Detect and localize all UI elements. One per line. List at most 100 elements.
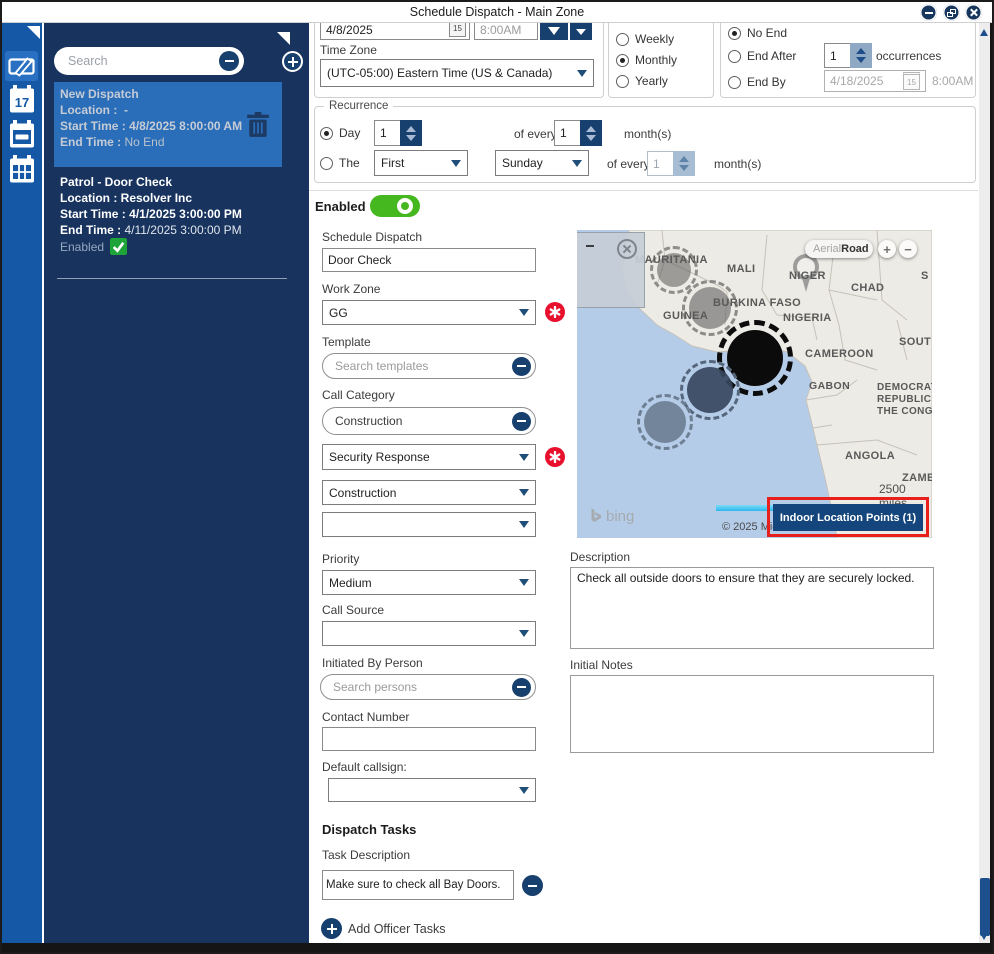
zoom-out-button[interactable]: − (899, 240, 917, 258)
radio-no-end[interactable]: No End (728, 26, 787, 40)
panel-edge (304, 23, 309, 943)
radio-the[interactable]: The (320, 156, 360, 170)
tool-month-view[interactable] (5, 154, 38, 184)
chevron-down-icon (519, 787, 529, 794)
initiated-by-search-input[interactable]: Search persons (320, 674, 536, 700)
bing-logo: bing (589, 508, 634, 525)
ordinal-select[interactable]: First (374, 150, 468, 176)
plus-icon (288, 57, 298, 67)
clear-template-button[interactable] (512, 357, 531, 376)
chevron-down-icon (451, 160, 461, 167)
chevron-down-icon (548, 27, 560, 35)
call-category-input[interactable]: Construction (322, 407, 536, 435)
chevron-down-icon (576, 29, 586, 35)
template-search-input[interactable]: Search templates (322, 353, 536, 379)
chevron-down-icon (572, 160, 582, 167)
restore-button[interactable] (943, 4, 960, 21)
description-textarea[interactable]: Check all outside doors to ensure that t… (570, 567, 934, 649)
road-option[interactable]: Road (841, 243, 869, 255)
add-officer-tasks-button[interactable] (321, 918, 342, 939)
spin-down-icon (586, 135, 596, 141)
enabled-toggle[interactable] (370, 195, 420, 217)
default-callsign-select[interactable] (328, 778, 536, 802)
scrollbar-thumb[interactable] (980, 878, 990, 936)
spinner-arrows[interactable] (580, 120, 602, 146)
radio-end-after[interactable]: End After (728, 49, 796, 63)
timezone-select[interactable]: (UTC-05:00) Eastern Time (US & Canada) (320, 59, 594, 87)
zoom-in-button[interactable]: + (878, 240, 896, 258)
country-label: MALI (727, 263, 755, 275)
work-zone-select[interactable]: GG (322, 300, 536, 325)
months-spinner[interactable]: 1 (554, 120, 602, 146)
clear-person-button[interactable] (512, 678, 531, 697)
call-type-select[interactable]: Security Response (322, 444, 536, 470)
chevron-down-icon (519, 454, 529, 461)
spinner-arrows[interactable] (850, 43, 872, 68)
bing-icon (589, 508, 603, 525)
template-label: Template (322, 335, 371, 349)
panel-resize-handle[interactable] (277, 32, 290, 45)
recurrence-legend: Recurrence (324, 100, 393, 112)
dispatch-tasks-heading: Dispatch Tasks (322, 822, 416, 837)
aerial-option[interactable]: Aerial (813, 243, 841, 255)
day-spinner[interactable]: 1 (374, 120, 422, 146)
radio-yearly[interactable]: Yearly (616, 74, 668, 88)
clear-search-button[interactable] (219, 51, 239, 71)
radio-weekly[interactable]: Weekly (616, 32, 674, 46)
scroll-down-icon[interactable] (980, 933, 988, 940)
country-label: DEMOCRATI REPUBLIC O THE CONGO (877, 382, 932, 418)
close-button[interactable] (965, 4, 982, 21)
months-spinner-disabled[interactable]: 1 (647, 151, 695, 176)
annotation-highlight (767, 497, 929, 537)
week-calendar-icon (9, 120, 35, 148)
vertical-scrollbar[interactable] (979, 23, 990, 943)
map-style-toggle[interactable]: Aerial Road (805, 240, 873, 258)
dispatch-list-item-selected[interactable]: New Dispatch Location : - Start Time : 4… (54, 82, 282, 167)
add-dispatch-button[interactable] (282, 51, 303, 72)
remove-task-button[interactable] (522, 875, 543, 896)
map-marker-cluster[interactable] (637, 394, 693, 450)
minimize-button[interactable] (920, 4, 937, 21)
priority-select[interactable]: Medium (322, 570, 536, 595)
call-subtype-select[interactable]: Construction (322, 480, 536, 505)
end-label: End Time : (60, 135, 121, 149)
country-label: ANGOLA (845, 450, 895, 462)
radio-day[interactable]: Day (320, 126, 360, 140)
call-subtype2-select[interactable] (322, 512, 536, 537)
location-label: Location : (60, 103, 117, 117)
radio-icon (320, 127, 333, 140)
end-value: No End (124, 135, 164, 149)
delete-dispatch-button[interactable] (247, 112, 269, 143)
start-label: Start Time : (60, 119, 126, 133)
months-label-2: month(s) (714, 157, 761, 171)
initial-notes-textarea[interactable] (570, 675, 934, 753)
map[interactable]: MAURITANIA MALI NIGER CHAD BURKINA FASO … (577, 230, 932, 538)
end-by-calendar-button[interactable]: 15 (903, 72, 920, 90)
tool-week-view[interactable] (5, 119, 38, 149)
list-divider (57, 278, 287, 279)
overlay-minimize-icon[interactable] (586, 245, 594, 247)
required-badge (545, 447, 565, 467)
dispatch-list-item[interactable]: Patrol - Door Check Location : Resolver … (54, 174, 282, 270)
contact-number-input[interactable] (322, 727, 536, 751)
occurrences-label: occurrences (876, 49, 941, 63)
tool-edit-dispatch[interactable] (5, 51, 38, 81)
overlay-close-button[interactable] (617, 239, 637, 259)
clear-call-category-button[interactable] (512, 412, 531, 431)
call-source-select[interactable] (322, 621, 536, 646)
scroll-up-icon[interactable] (980, 29, 988, 36)
radio-monthly[interactable]: Monthly (616, 53, 677, 67)
task-description-input[interactable] (322, 870, 514, 900)
radio-end-by[interactable]: End By (728, 75, 786, 89)
spinner-arrows[interactable] (400, 120, 422, 146)
occurrences-spinner[interactable]: 1 (824, 43, 872, 68)
spinner-arrows[interactable] (673, 151, 695, 176)
panel-resize-handle[interactable] (27, 26, 40, 39)
task-description-label: Task Description (322, 848, 410, 862)
tool-day-view[interactable]: 17 (5, 84, 38, 114)
schedule-dispatch-input[interactable] (322, 248, 536, 272)
asterisk-icon (549, 451, 561, 463)
weekday-select[interactable]: Sunday (495, 150, 589, 176)
dispatch-search-input[interactable]: Search (54, 47, 244, 75)
country-label: GUINEA (663, 310, 708, 322)
